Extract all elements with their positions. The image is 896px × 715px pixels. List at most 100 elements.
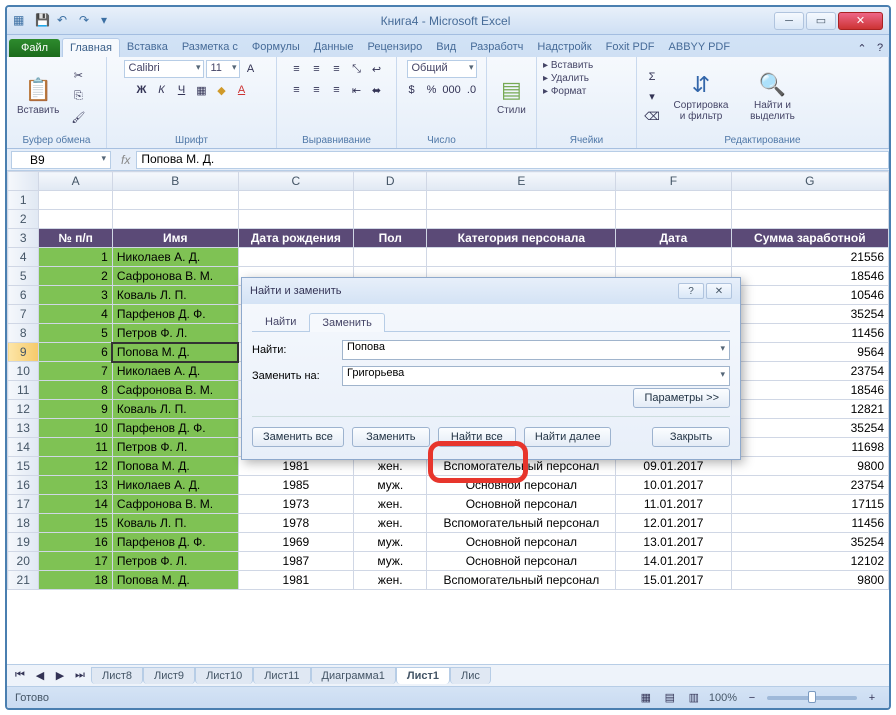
sheet-nav-last-icon[interactable]: ⏭ (71, 667, 89, 685)
cell[interactable]: 21556 (731, 248, 888, 267)
ribbon-tab[interactable]: Надстройк (530, 38, 598, 57)
row-header[interactable]: 16 (8, 476, 39, 495)
cell[interactable]: Попова М. Д. (112, 571, 238, 590)
cell[interactable]: Коваль Л. П. (112, 286, 238, 305)
cell[interactable]: 35254 (731, 305, 888, 324)
cell[interactable] (616, 191, 731, 210)
fx-icon[interactable]: fx (115, 153, 136, 167)
row-header[interactable]: 7 (8, 305, 39, 324)
cell[interactable] (616, 248, 731, 267)
cell[interactable]: Сафронова В. М. (112, 381, 238, 400)
row-header[interactable]: 12 (8, 400, 39, 419)
cell[interactable]: Основной персонал (427, 552, 616, 571)
cells-format-button[interactable]: ▸ Формат (543, 86, 586, 97)
select-all-corner[interactable] (8, 172, 39, 191)
cell[interactable]: Основной персонал (427, 495, 616, 514)
cell[interactable]: 5 (39, 324, 112, 343)
cell[interactable]: Основной персонал (427, 476, 616, 495)
find-input[interactable]: Попова (342, 340, 730, 360)
cell[interactable]: 23754 (731, 476, 888, 495)
cell[interactable] (238, 210, 353, 229)
row-header[interactable]: 3 (8, 229, 39, 248)
cell[interactable] (354, 210, 427, 229)
cell[interactable]: 15.01.2017 (616, 571, 731, 590)
cell[interactable]: 1981 (238, 571, 353, 590)
row-header[interactable]: 10 (8, 362, 39, 381)
styles-button[interactable]: ▤ Стили (493, 75, 530, 118)
qat-more-icon[interactable]: ▾ (101, 13, 117, 29)
increase-decimal-icon[interactable]: .0 (463, 81, 481, 99)
column-header[interactable]: B (112, 172, 238, 191)
tab-replace[interactable]: Заменить (309, 313, 384, 332)
sort-filter-button[interactable]: ⇵ Сортировка и фильтр (667, 70, 735, 124)
comma-icon[interactable]: 000 (443, 81, 461, 99)
align-bottom-icon[interactable]: ≡ (328, 60, 346, 78)
cell[interactable]: 9800 (731, 571, 888, 590)
cell[interactable]: 13 (39, 476, 112, 495)
row-header[interactable]: 11 (8, 381, 39, 400)
params-button[interactable]: Параметры >> (633, 388, 730, 408)
align-center-icon[interactable]: ≡ (308, 81, 326, 99)
cell[interactable]: 1973 (238, 495, 353, 514)
row-header[interactable]: 18 (8, 514, 39, 533)
table-header-cell[interactable]: Сумма заработной (731, 229, 888, 248)
cell[interactable]: 10 (39, 419, 112, 438)
ribbon-tab[interactable]: Главная (62, 38, 120, 57)
ribbon-tab[interactable]: Вид (429, 38, 463, 57)
cell[interactable]: 1985 (238, 476, 353, 495)
cell[interactable]: муж. (354, 552, 427, 571)
cell[interactable]: 1987 (238, 552, 353, 571)
align-middle-icon[interactable]: ≡ (308, 60, 326, 78)
cell[interactable]: Николаев А. Д. (112, 362, 238, 381)
ribbon-tab[interactable]: Формулы (245, 38, 307, 57)
align-right-icon[interactable]: ≡ (328, 81, 346, 99)
cell[interactable]: Коваль Л. П. (112, 400, 238, 419)
cell[interactable] (731, 191, 888, 210)
cell[interactable]: Основной персонал (427, 533, 616, 552)
cell[interactable]: Сафронова В. М. (112, 267, 238, 286)
clear-icon[interactable]: ⌫ (643, 108, 661, 126)
cell[interactable]: 9 (39, 400, 112, 419)
cell[interactable] (354, 248, 427, 267)
cell[interactable] (39, 191, 112, 210)
cell[interactable]: 12 (39, 457, 112, 476)
dialog-close-button[interactable]: ✕ (706, 283, 732, 299)
cell[interactable]: Николаев А. Д. (112, 248, 238, 267)
cell[interactable]: 35254 (731, 419, 888, 438)
name-box[interactable]: B9 (11, 151, 111, 169)
column-header[interactable]: G (731, 172, 888, 191)
cell[interactable]: 17 (39, 552, 112, 571)
row-header[interactable]: 17 (8, 495, 39, 514)
cell[interactable] (112, 191, 238, 210)
view-normal-icon[interactable]: ▦ (637, 689, 655, 707)
table-header-cell[interactable]: Имя (112, 229, 238, 248)
replace-all-button[interactable]: Заменить все (252, 427, 344, 447)
find-next-button[interactable]: Найти далее (524, 427, 612, 447)
row-header[interactable]: 14 (8, 438, 39, 457)
grow-font-icon[interactable]: A (242, 60, 260, 78)
underline-icon[interactable]: Ч (173, 81, 191, 99)
cell[interactable]: Николаев А. Д. (112, 476, 238, 495)
save-icon[interactable]: 💾 (35, 13, 51, 29)
cell[interactable]: жен. (354, 514, 427, 533)
formula-input[interactable]: Попова М. Д. (136, 151, 889, 169)
close-dialog-button[interactable]: Закрыть (652, 427, 730, 447)
wrap-text-icon[interactable]: ↩ (368, 60, 386, 78)
maximize-button[interactable]: ▭ (806, 12, 836, 30)
sheet-nav-first-icon[interactable]: ⏮ (11, 667, 29, 685)
fill-icon[interactable]: ▾ (643, 88, 661, 106)
sheet-tab[interactable]: Лист1 (396, 667, 450, 684)
bold-icon[interactable]: Ж (133, 81, 151, 99)
align-top-icon[interactable]: ≡ (288, 60, 306, 78)
cell[interactable]: 11.01.2017 (616, 495, 731, 514)
format-painter-icon[interactable]: 🖌 (69, 109, 87, 127)
table-header-cell[interactable]: Категория персонала (427, 229, 616, 248)
zoom-in-icon[interactable]: + (863, 689, 881, 707)
paste-button[interactable]: 📋 Вставить (13, 75, 63, 118)
cell[interactable]: 10546 (731, 286, 888, 305)
cell[interactable]: 23754 (731, 362, 888, 381)
column-header[interactable]: D (354, 172, 427, 191)
ribbon-tab[interactable]: Разметка с (175, 38, 245, 57)
close-button[interactable]: ✕ (838, 12, 883, 30)
cell[interactable]: 12821 (731, 400, 888, 419)
